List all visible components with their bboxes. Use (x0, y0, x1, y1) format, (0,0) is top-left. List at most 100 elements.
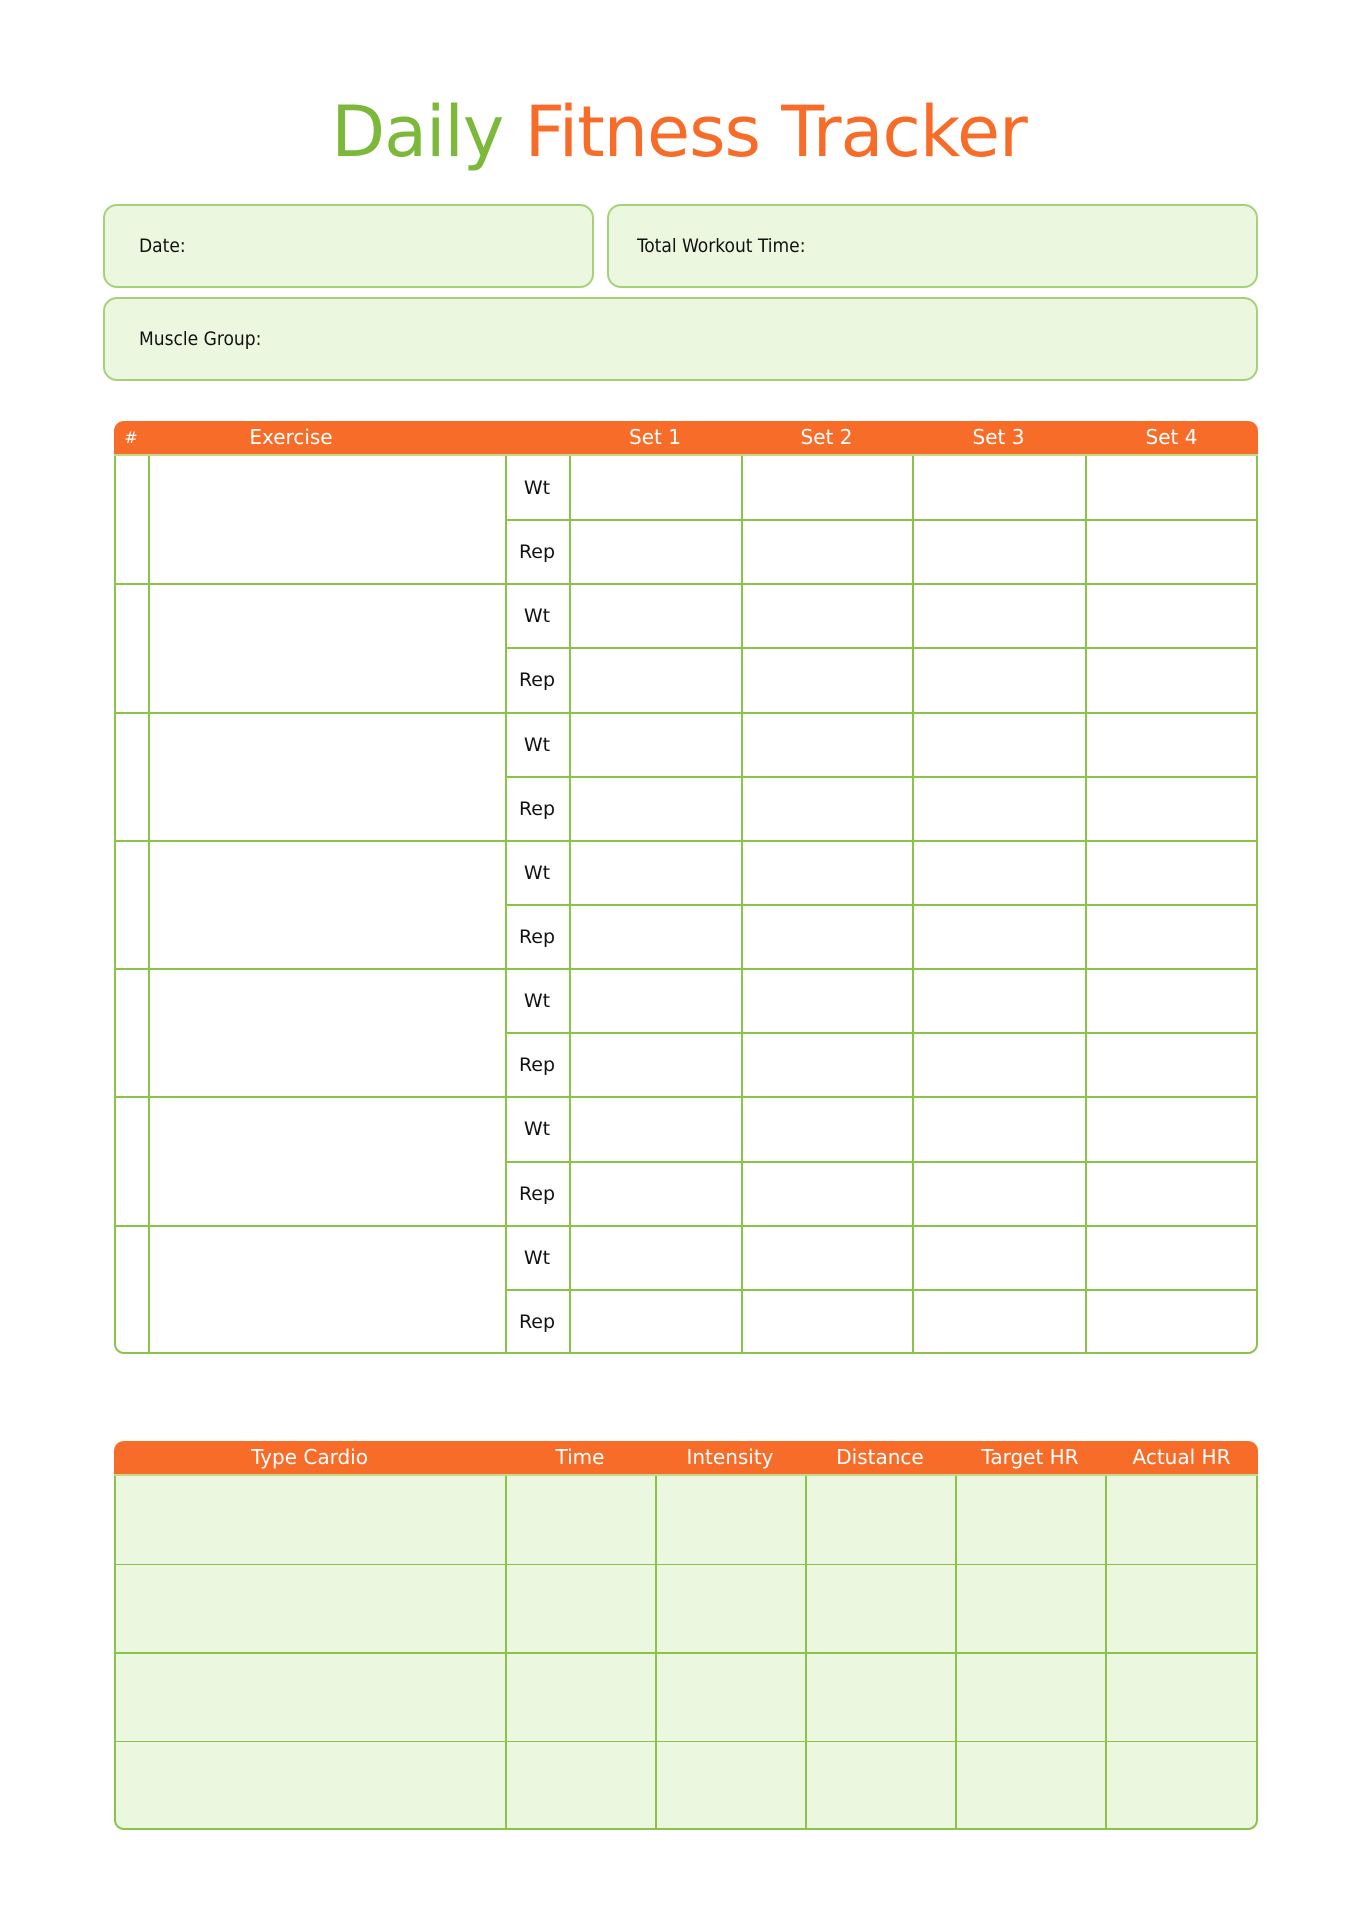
reps-set-4-cell[interactable] (1087, 777, 1256, 841)
reps-set-4-cell[interactable] (1087, 648, 1256, 712)
weight-set-2-cell[interactable] (743, 584, 912, 648)
weight-set-4-cell[interactable] (1087, 456, 1256, 520)
reps-set-3-cell[interactable] (914, 1162, 1085, 1226)
weight-set-1-cell[interactable] (571, 841, 741, 905)
exercise-name-cell[interactable] (150, 1097, 505, 1225)
weight-set-4-cell[interactable] (1087, 1097, 1256, 1161)
weight-set-2-cell[interactable] (743, 456, 912, 520)
weight-set-2-cell[interactable] (743, 1097, 912, 1161)
exercise-name-cell[interactable] (150, 713, 505, 841)
exercise-number-cell[interactable] (116, 841, 148, 969)
weight-set-1-cell[interactable] (571, 713, 741, 777)
reps-set-1-cell[interactable] (571, 1162, 741, 1226)
exercise-name-cell[interactable] (150, 456, 505, 584)
weight-set-3-cell[interactable] (914, 1097, 1085, 1161)
reps-set-3-cell[interactable] (914, 905, 1085, 969)
reps-set-2-cell[interactable] (743, 777, 912, 841)
distance-cell[interactable] (805, 1742, 955, 1831)
exercise-name-cell[interactable] (150, 841, 505, 969)
reps-set-1-cell[interactable] (571, 648, 741, 712)
exercise-number-cell[interactable] (116, 584, 148, 712)
exercise-number-cell[interactable] (116, 1226, 148, 1354)
weight-set-4-cell[interactable] (1087, 584, 1256, 648)
exercise-number-cell[interactable] (116, 456, 148, 584)
reps-set-1-cell[interactable] (571, 1290, 741, 1354)
weight-set-3-cell[interactable] (914, 841, 1085, 905)
target-hr-cell[interactable] (955, 1565, 1105, 1654)
reps-set-2-cell[interactable] (743, 1290, 912, 1354)
distance-cell[interactable] (805, 1476, 955, 1565)
reps-set-3-cell[interactable] (914, 1290, 1085, 1354)
reps-set-1-cell[interactable] (571, 905, 741, 969)
weight-set-4-cell[interactable] (1087, 841, 1256, 905)
reps-set-4-cell[interactable] (1087, 1290, 1256, 1354)
weight-set-3-cell[interactable] (914, 969, 1085, 1033)
reps-set-2-cell[interactable] (743, 1162, 912, 1226)
weight-set-4-cell[interactable] (1087, 969, 1256, 1033)
reps-set-2-cell[interactable] (743, 520, 912, 584)
weight-set-1-cell[interactable] (571, 1097, 741, 1161)
date-field[interactable]: Date: (103, 204, 594, 288)
distance-cell[interactable] (805, 1565, 955, 1654)
weight-set-2-cell[interactable] (743, 1226, 912, 1290)
distance-cell[interactable] (805, 1653, 955, 1742)
reps-set-1-cell[interactable] (571, 777, 741, 841)
time-cell[interactable] (505, 1653, 655, 1742)
weight-set-1-cell[interactable] (571, 584, 741, 648)
weight-set-3-cell[interactable] (914, 1226, 1085, 1290)
reps-set-3-cell[interactable] (914, 777, 1085, 841)
weight-set-4-cell[interactable] (1087, 1226, 1256, 1290)
exercise-number-cell[interactable] (116, 713, 148, 841)
target-hr-cell[interactable] (955, 1476, 1105, 1565)
weight-set-3-cell[interactable] (914, 456, 1085, 520)
reps-set-2-cell[interactable] (743, 1033, 912, 1097)
strength-table: # Exercise Set 1 Set 2 Set 3 Set 4 Wt Rep… (114, 421, 1258, 1354)
weight-set-4-cell[interactable] (1087, 713, 1256, 777)
reps-set-2-cell[interactable] (743, 648, 912, 712)
muscle-group-field[interactable]: Muscle Group: (103, 297, 1258, 381)
weight-set-1-cell[interactable] (571, 456, 741, 520)
reps-set-4-cell[interactable] (1087, 1033, 1256, 1097)
weight-set-2-cell[interactable] (743, 713, 912, 777)
header-set-3: Set 3 (972, 425, 1025, 449)
reps-set-4-cell[interactable] (1087, 905, 1256, 969)
actual-hr-cell[interactable] (1105, 1565, 1256, 1654)
target-hr-cell[interactable] (955, 1742, 1105, 1831)
type-cardio-cell[interactable] (116, 1653, 505, 1742)
intensity-cell[interactable] (655, 1742, 805, 1831)
type-cardio-cell[interactable] (116, 1742, 505, 1831)
type-cardio-cell[interactable] (116, 1565, 505, 1654)
reps-set-3-cell[interactable] (914, 1033, 1085, 1097)
actual-hr-cell[interactable] (1105, 1653, 1256, 1742)
reps-set-3-cell[interactable] (914, 520, 1085, 584)
time-cell[interactable] (505, 1742, 655, 1831)
reps-set-1-cell[interactable] (571, 1033, 741, 1097)
total-workout-time-field[interactable]: Total Workout Time: (607, 204, 1258, 288)
actual-hr-cell[interactable] (1105, 1476, 1256, 1565)
intensity-cell[interactable] (655, 1653, 805, 1742)
weight-set-3-cell[interactable] (914, 584, 1085, 648)
exercise-name-cell[interactable] (150, 1226, 505, 1354)
time-cell[interactable] (505, 1476, 655, 1565)
weight-set-2-cell[interactable] (743, 841, 912, 905)
target-hr-cell[interactable] (955, 1653, 1105, 1742)
weight-set-1-cell[interactable] (571, 1226, 741, 1290)
reps-set-3-cell[interactable] (914, 648, 1085, 712)
intensity-cell[interactable] (655, 1565, 805, 1654)
weight-set-3-cell[interactable] (914, 713, 1085, 777)
reps-set-4-cell[interactable] (1087, 1162, 1256, 1226)
weight-set-2-cell[interactable] (743, 969, 912, 1033)
actual-hr-cell[interactable] (1105, 1742, 1256, 1831)
exercise-name-cell[interactable] (150, 584, 505, 712)
weight-set-1-cell[interactable] (571, 969, 741, 1033)
reps-set-1-cell[interactable] (571, 520, 741, 584)
type-cardio-cell[interactable] (116, 1476, 505, 1565)
exercise-name-cell[interactable] (150, 969, 505, 1097)
time-cell[interactable] (505, 1565, 655, 1654)
weight-label: Wt (523, 990, 551, 1013)
exercise-number-cell[interactable] (116, 1097, 148, 1225)
reps-set-4-cell[interactable] (1087, 520, 1256, 584)
intensity-cell[interactable] (655, 1476, 805, 1565)
reps-set-2-cell[interactable] (743, 905, 912, 969)
exercise-number-cell[interactable] (116, 969, 148, 1097)
